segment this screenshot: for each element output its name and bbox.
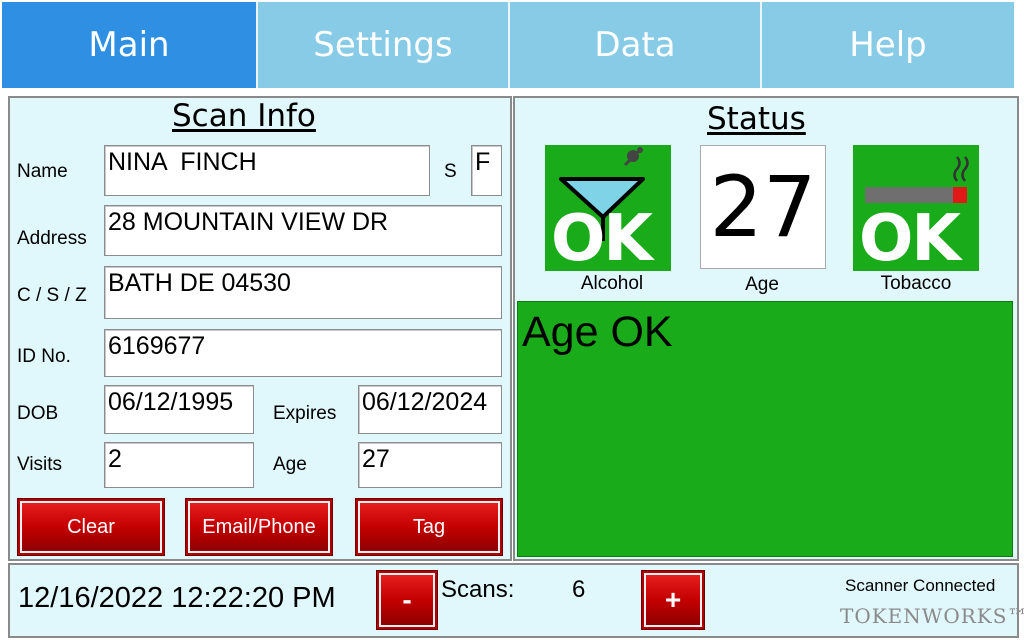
scans-count: 6 bbox=[572, 576, 586, 603]
tab-help[interactable]: Help bbox=[760, 2, 1014, 88]
clear-button[interactable]: Clear bbox=[17, 498, 165, 556]
tag-button[interactable]: Tag bbox=[355, 498, 503, 556]
alcohol-ok-text: OK bbox=[551, 202, 653, 271]
name-field[interactable]: NINA FINCH bbox=[104, 145, 430, 196]
scanner-status: Scanner Connected bbox=[845, 576, 996, 595]
tab-settings[interactable]: Settings bbox=[256, 2, 508, 88]
address-field[interactable]: 28 MOUNTAIN VIEW DR bbox=[104, 205, 502, 256]
scans-increment-button[interactable]: + bbox=[641, 570, 705, 630]
age-field[interactable]: 27 bbox=[358, 442, 502, 488]
tab-main[interactable]: Main bbox=[2, 2, 256, 88]
visits-field[interactable]: 2 bbox=[104, 442, 254, 488]
csz-field[interactable]: BATH DE 04530 bbox=[104, 266, 502, 319]
dob-field[interactable]: 06/12/1995 bbox=[104, 385, 254, 434]
scan-info-heading: Scan Info bbox=[172, 98, 316, 134]
id-label: ID No. bbox=[17, 346, 71, 367]
address-label: Address bbox=[17, 228, 87, 249]
expires-label: Expires bbox=[273, 403, 337, 424]
tobacco-status-box: OK bbox=[853, 145, 979, 271]
age-display-label: Age bbox=[745, 274, 779, 295]
visits-label: Visits bbox=[17, 454, 63, 475]
csz-label: C / S / Z bbox=[17, 285, 87, 306]
name-label: Name bbox=[17, 161, 68, 182]
tobacco-ok-text: OK bbox=[859, 202, 961, 271]
status-message: Age OK bbox=[522, 308, 673, 356]
dob-label: DOB bbox=[17, 403, 59, 424]
tokenworks-logo: TOKENWORKS™ bbox=[840, 604, 1024, 628]
sex-label: S bbox=[444, 161, 457, 182]
datetime-display: 12/16/2022 12:22:20 PM bbox=[18, 582, 336, 614]
age-label: Age bbox=[273, 454, 307, 475]
alcohol-label: Alcohol bbox=[580, 273, 644, 294]
tab-data[interactable]: Data bbox=[508, 2, 760, 88]
expires-field[interactable]: 06/12/2024 bbox=[358, 385, 502, 434]
status-heading: Status bbox=[707, 101, 806, 137]
scans-label: Scans: bbox=[441, 576, 515, 603]
email-phone-button[interactable]: Email/Phone bbox=[185, 498, 333, 556]
id-field[interactable]: 6169677 bbox=[104, 329, 502, 377]
status-message-box: Age OK bbox=[517, 301, 1013, 557]
alcohol-status-box: OK bbox=[545, 145, 671, 271]
scans-decrement-button[interactable]: - bbox=[376, 570, 438, 630]
age-display: 27 bbox=[700, 145, 826, 269]
tobacco-label: Tobacco bbox=[880, 273, 952, 294]
sex-field[interactable]: F bbox=[471, 145, 502, 196]
